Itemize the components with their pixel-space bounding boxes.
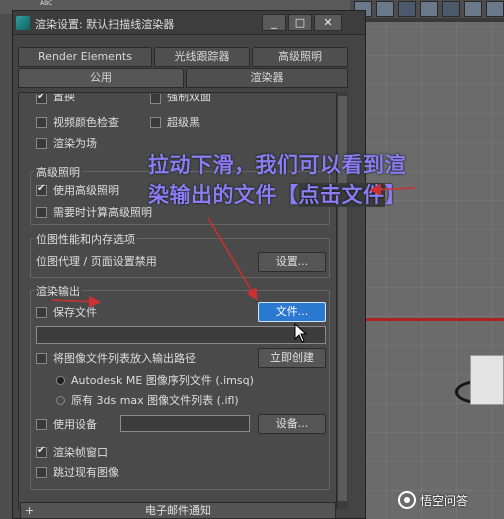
minimize-button[interactable]: _ (262, 14, 286, 31)
bitmap-setup-button[interactable]: 设置... (258, 252, 326, 272)
radio-button-selected[interactable] (56, 375, 65, 385)
tab-advanced-lighting[interactable]: 高级照明 (252, 47, 348, 67)
rendered-frame-window-checkbox[interactable] (36, 445, 47, 458)
option-label: 使用高级照明 (53, 184, 119, 197)
super-black-checkbox[interactable] (150, 116, 161, 128)
option-label: 需要时计算高级照明 (53, 206, 152, 219)
force-2-sided-checkbox[interactable] (150, 94, 161, 104)
tab-common[interactable]: 公用 (18, 68, 184, 88)
option-rendered-frame-window[interactable]: 渲染帧窗口 (36, 444, 108, 460)
option-label: 超级黑 (167, 116, 200, 129)
wukong-logo-icon (398, 491, 416, 509)
toolbar-button[interactable] (442, 1, 460, 17)
use-device-checkbox[interactable] (36, 418, 47, 430)
put-image-list-checkbox[interactable] (36, 352, 47, 364)
tab-row-top: Render Elements 光线跟踪器 高级照明 (18, 47, 350, 67)
option-label: 渲染帧窗口 (53, 446, 108, 459)
radio-legacy-ifl[interactable]: 原有 3ds max 图像文件列表 (.ifl) (56, 392, 239, 408)
device-field[interactable] (120, 415, 250, 432)
option-label: 置换 (53, 94, 75, 103)
annotation-text: 】 (384, 183, 406, 207)
radio-autodesk-me[interactable]: Autodesk ME 图像序列文件 (.imsq) (56, 372, 254, 388)
option-label: 强制双面 (167, 94, 211, 103)
annotation-line-1: 拉动下滑，我们可以看到渲 (148, 153, 406, 177)
files-button[interactable]: 文件... (258, 302, 326, 322)
expand-icon: + (25, 504, 35, 517)
option-use-device[interactable]: 使用设备 (36, 416, 97, 432)
save-file-checkbox[interactable] (36, 306, 47, 318)
option-label: 渲染为场 (53, 137, 97, 150)
viewport-box (470, 355, 504, 405)
main-toolbar (350, 0, 504, 18)
annotation-line-2: 染输出的文件【点击文件】 (148, 180, 500, 210)
option-put-image-list[interactable]: 将图像文件列表放入输出路径 (36, 350, 196, 366)
rollout-label: 电子邮件通知 (145, 504, 211, 517)
left-strip (0, 14, 12, 519)
viewport-grid (352, 22, 504, 519)
option-super-black[interactable]: 超级黑 (150, 114, 200, 130)
option-label: 将图像文件列表放入输出路径 (53, 352, 196, 365)
option-compute-advanced-lighting[interactable]: 需要时计算高级照明 (36, 204, 152, 220)
dialog-title: 渲染设置: 默认扫描线渲染器 (35, 18, 175, 31)
tutorial-annotation: 拉动下滑，我们可以看到渲 染输出的文件【点击文件】 (148, 150, 500, 210)
radio-button[interactable] (56, 395, 65, 405)
use-advanced-lighting-checkbox[interactable] (36, 183, 47, 196)
skip-existing-checkbox[interactable] (36, 466, 47, 478)
output-path-field[interactable] (36, 326, 326, 344)
option-label: 保存文件 (53, 306, 97, 319)
viewport-red-line (352, 318, 504, 321)
option-label: 使用设备 (53, 418, 97, 431)
radio-label: 原有 3ds max 图像文件列表 (.ifl) (71, 394, 239, 407)
bitmap-proxy-status: 位图代理 / 页面设置禁用 (36, 255, 157, 268)
video-color-check-checkbox[interactable] (36, 116, 47, 128)
abc-label: ABC (40, 0, 53, 7)
displacement-checkbox[interactable] (36, 94, 47, 104)
option-force-2-sided[interactable]: 强制双面 (150, 94, 211, 104)
devices-button[interactable]: 设备... (258, 414, 326, 434)
mouse-cursor-icon (294, 323, 308, 343)
option-render-to-fields[interactable]: 渲染为场 (36, 135, 97, 151)
advanced-lighting-title: 高级照明 (34, 164, 82, 180)
toolbar-button[interactable] (420, 1, 438, 17)
render-to-fields-checkbox[interactable] (36, 137, 47, 149)
option-skip-existing[interactable]: 跳过现有图像 (36, 464, 119, 480)
tab-renderer[interactable]: 渲染器 (186, 68, 348, 88)
tab-render-elements[interactable]: Render Elements (18, 47, 152, 67)
render-output-title: 渲染输出 (34, 283, 82, 299)
watermark: 悟空问答 (398, 491, 468, 509)
tab-raytracer[interactable]: 光线跟踪器 (154, 47, 250, 67)
email-notification-rollout[interactable]: + 电子邮件通知 (20, 502, 336, 519)
dialog-titlebar[interactable]: 渲染设置: 默认扫描线渲染器 _ □ ✕ (13, 11, 365, 35)
watermark-text: 悟空问答 (420, 493, 469, 508)
toolbar-button[interactable] (464, 1, 482, 17)
annotation-highlight: 点击文件 (298, 183, 385, 207)
radio-label: Autodesk ME 图像序列文件 (.imsq) (71, 374, 254, 387)
compute-advanced-lighting-checkbox[interactable] (36, 206, 47, 218)
option-displacement[interactable]: 置换 (36, 94, 75, 104)
option-use-advanced-lighting[interactable]: 使用高级照明 (36, 182, 119, 198)
annotation-text: 染输出的文件【 (148, 183, 299, 207)
option-label: 视频颜色检查 (53, 116, 119, 129)
create-now-button[interactable]: 立即创建 (258, 348, 326, 368)
toolbar-button[interactable] (398, 1, 416, 17)
maximize-button[interactable]: □ (288, 14, 312, 31)
option-video-color-check[interactable]: 视频颜色检查 (36, 114, 119, 130)
option-save-file[interactable]: 保存文件 (36, 304, 97, 320)
toolbar-button[interactable] (376, 1, 394, 17)
toolbar-button[interactable] (486, 1, 504, 17)
tab-row-bottom: 公用 渲染器 (18, 68, 350, 88)
close-button[interactable]: ✕ (314, 14, 342, 31)
option-label: 跳过现有图像 (53, 466, 119, 479)
app-logo-icon (16, 16, 30, 30)
bitmap-memory-title: 位图性能和内存选项 (34, 231, 137, 247)
